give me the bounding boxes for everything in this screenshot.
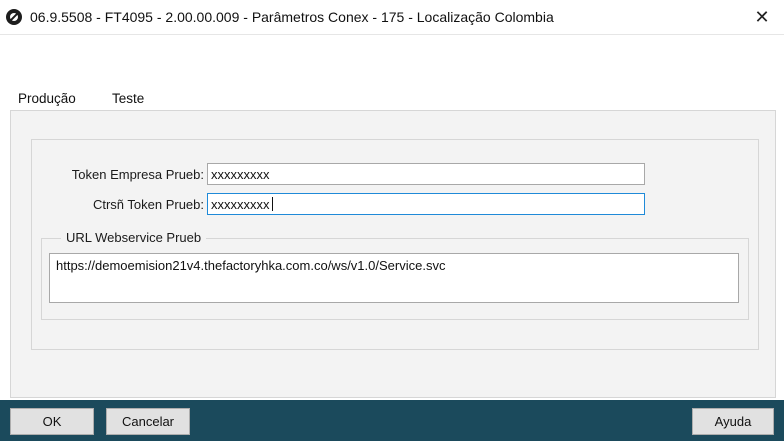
close-icon[interactable]: ✕ xyxy=(750,6,774,28)
dialog-body: Produção Teste Token Empresa Prueb: Ctrs… xyxy=(0,34,784,401)
ctrsn-token-label: Ctrsñ Token Prueb: xyxy=(92,197,204,212)
url-webservice-legend: URL Webservice Prueb xyxy=(61,230,207,245)
tab-producao[interactable]: Produção xyxy=(12,88,82,110)
help-button[interactable]: Ayuda xyxy=(692,408,774,435)
token-empresa-input[interactable] xyxy=(207,163,645,185)
url-webservice-textarea[interactable]: https://demoemision21v4.thefactoryhka.co… xyxy=(49,253,739,303)
ok-button[interactable]: OK xyxy=(10,408,94,435)
title-bar: 06.9.5508 - FT4095 - 2.00.00.009 - Parâm… xyxy=(0,0,784,34)
text-caret xyxy=(272,197,273,211)
token-empresa-label: Token Empresa Prueb: xyxy=(71,167,204,182)
app-logo-icon xyxy=(6,9,22,25)
button-bar: OK Cancelar Ayuda xyxy=(0,400,784,441)
tab-panel-teste: Token Empresa Prueb: Ctrsñ Token Prueb: … xyxy=(10,110,776,398)
cancel-button[interactable]: Cancelar xyxy=(106,408,190,435)
window-title: 06.9.5508 - FT4095 - 2.00.00.009 - Parâm… xyxy=(30,9,554,25)
